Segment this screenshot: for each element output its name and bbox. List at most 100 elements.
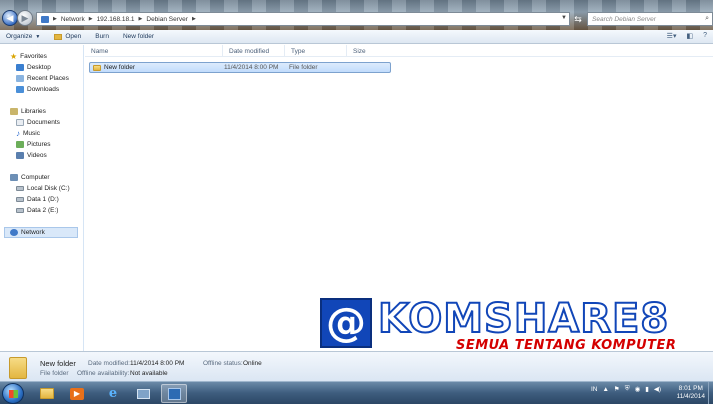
column-name[interactable]: Name <box>85 45 223 56</box>
shield-icon[interactable]: ⛨ <box>625 385 630 393</box>
new-folder-label: New folder <box>122 33 155 40</box>
breadcrumb-separator[interactable]: ▶ <box>192 16 196 22</box>
clock[interactable]: 8:01 PM 11/4/2014 <box>677 385 705 401</box>
file-date: 11/4/2014 8:00 PM <box>224 64 279 71</box>
navigation-pane: ★ Favorites Desktop Recent Places Downlo… <box>0 45 84 351</box>
volume-icon[interactable]: ◀) <box>654 385 661 393</box>
column-date-modified[interactable]: Date modified <box>223 45 285 56</box>
nav-recent-places[interactable]: Recent Places <box>0 73 69 84</box>
libraries-icon <box>10 108 18 115</box>
preview-pane-icon[interactable]: ◧ <box>686 32 693 40</box>
nav-label: Documents <box>27 119 60 126</box>
breadcrumb-share[interactable]: Debian Server <box>146 16 188 23</box>
view-options-icon[interactable]: ☰▾ <box>667 32 677 40</box>
nav-data-1-d[interactable]: Data 1 (D:) <box>0 194 59 205</box>
details-date-value: 11/4/2014 8:00 PM <box>130 360 185 367</box>
pictures-icon <box>16 141 24 148</box>
nav-favorites[interactable]: ★ Favorites <box>0 51 47 62</box>
taskbar-internet-explorer-button[interactable]: e <box>100 384 126 403</box>
nav-videos[interactable]: Videos <box>0 150 47 161</box>
nav-downloads[interactable]: Downloads <box>0 84 59 95</box>
open-label: Open <box>65 33 82 40</box>
music-icon: ♪ <box>16 129 20 138</box>
breadcrumb-separator[interactable]: ▶ <box>139 16 143 22</box>
open-button[interactable]: Open <box>54 33 81 40</box>
show-desktop-button[interactable] <box>708 382 713 404</box>
downloads-icon <box>16 86 24 93</box>
nav-network[interactable]: Network <box>4 227 78 238</box>
documents-icon <box>16 119 24 126</box>
breadcrumb-host[interactable]: 192.168.18.1 <box>97 16 135 23</box>
start-button[interactable] <box>2 383 24 404</box>
logo-at-symbol: @ <box>320 298 372 348</box>
nav-computer[interactable]: Computer <box>0 172 50 183</box>
play-icon: ▶ <box>70 387 84 400</box>
nav-label: Local Disk (C:) <box>27 185 70 192</box>
search-input[interactable]: Search Debian Server ⌕ <box>587 12 713 26</box>
details-offline-status-value: Online <box>243 360 262 367</box>
network-tray-icon[interactable]: ▮ <box>645 385 649 393</box>
watermark-logo: @ KOMSHARE8 SEMUA TENTANG KOMPUTER <box>320 297 710 358</box>
videos-icon <box>16 152 24 159</box>
nav-label: Desktop <box>27 64 51 71</box>
organize-button[interactable]: Organize ▼ <box>6 33 40 40</box>
nav-desktop[interactable]: Desktop <box>0 62 51 73</box>
search-icon[interactable]: ⌕ <box>705 15 709 23</box>
nav-music[interactable]: ♪ Music <box>0 128 40 139</box>
nav-data-2-e[interactable]: Data 2 (E:) <box>0 205 58 216</box>
folder-icon <box>93 64 101 71</box>
nav-label: Pictures <box>27 141 51 148</box>
column-headers: Name Date modified Type Size <box>85 45 713 57</box>
nav-libraries[interactable]: Libraries <box>0 106 46 117</box>
chevron-down-icon: ▼ <box>35 33 41 40</box>
hard-disk-icon <box>16 208 24 213</box>
star-icon: ★ <box>10 52 18 61</box>
nav-label: Computer <box>21 174 50 181</box>
address-dropdown-icon[interactable]: ▼ <box>561 15 567 21</box>
breadcrumb-network[interactable]: Network <box>61 16 85 23</box>
nav-label: Data 1 (D:) <box>27 196 59 203</box>
network-computer-icon <box>136 388 150 399</box>
new-folder-button[interactable]: New folder <box>123 33 154 40</box>
flag-icon[interactable]: ⚑ <box>614 385 620 393</box>
refresh-button[interactable]: ⇆ <box>572 12 584 26</box>
details-file-kind: File folder <box>40 370 69 377</box>
nav-pictures[interactable]: Pictures <box>0 139 50 150</box>
taskbar-network-button[interactable] <box>130 384 156 403</box>
address-bar[interactable]: ▶ Network ▶ 192.168.18.1 ▶ Debian Server… <box>36 12 570 26</box>
forward-button[interactable]: ▶ <box>17 10 33 26</box>
details-file-name: New folder <box>40 359 76 368</box>
back-button[interactable]: ◀ <box>2 10 18 26</box>
antivirus-icon[interactable]: ◉ <box>635 385 641 393</box>
file-name: New folder <box>104 64 136 71</box>
computer-icon <box>10 174 18 181</box>
recent-places-icon <box>16 75 24 82</box>
breadcrumb-separator[interactable]: ▶ <box>53 16 57 22</box>
taskbar-media-player-button[interactable]: ▶ <box>64 384 90 403</box>
column-size[interactable]: Size <box>347 45 387 56</box>
nav-local-disk-c[interactable]: Local Disk (C:) <box>0 183 70 194</box>
details-date-label: Date modified: <box>88 360 130 367</box>
taskbar-virtualbox-button[interactable] <box>161 384 187 403</box>
file-row[interactable]: New folder 11/4/2014 8:00 PM File folder <box>89 62 391 73</box>
burn-button[interactable]: Burn <box>95 33 109 40</box>
view-controls: ☰▾ ◧ ? <box>667 32 707 40</box>
window-titlebar: ◀ ▶ ▶ Network ▶ 192.168.18.1 ▶ Debian Se… <box>0 0 713 30</box>
network-icon <box>10 229 18 236</box>
nav-documents[interactable]: Documents <box>0 117 60 128</box>
nav-label: Network <box>21 229 45 236</box>
network-icon <box>41 15 49 23</box>
breadcrumb-separator[interactable]: ▶ <box>89 16 93 22</box>
column-type[interactable]: Type <box>285 45 347 56</box>
file-type: File folder <box>289 64 318 71</box>
taskbar-explorer-button[interactable] <box>34 384 60 403</box>
nav-label: Favorites <box>20 53 47 60</box>
details-offline-status-label: Offline status: <box>203 360 243 367</box>
details-pane: New folder File folder Date modified: 11… <box>0 351 713 381</box>
language-indicator[interactable]: IN <box>591 386 598 393</box>
help-icon[interactable]: ? <box>703 32 707 40</box>
details-offline-availability-value: Not available <box>130 370 168 377</box>
chevron-up-icon[interactable]: ▲ <box>602 386 608 393</box>
nav-label: Videos <box>27 152 47 159</box>
folder-icon <box>40 388 54 399</box>
